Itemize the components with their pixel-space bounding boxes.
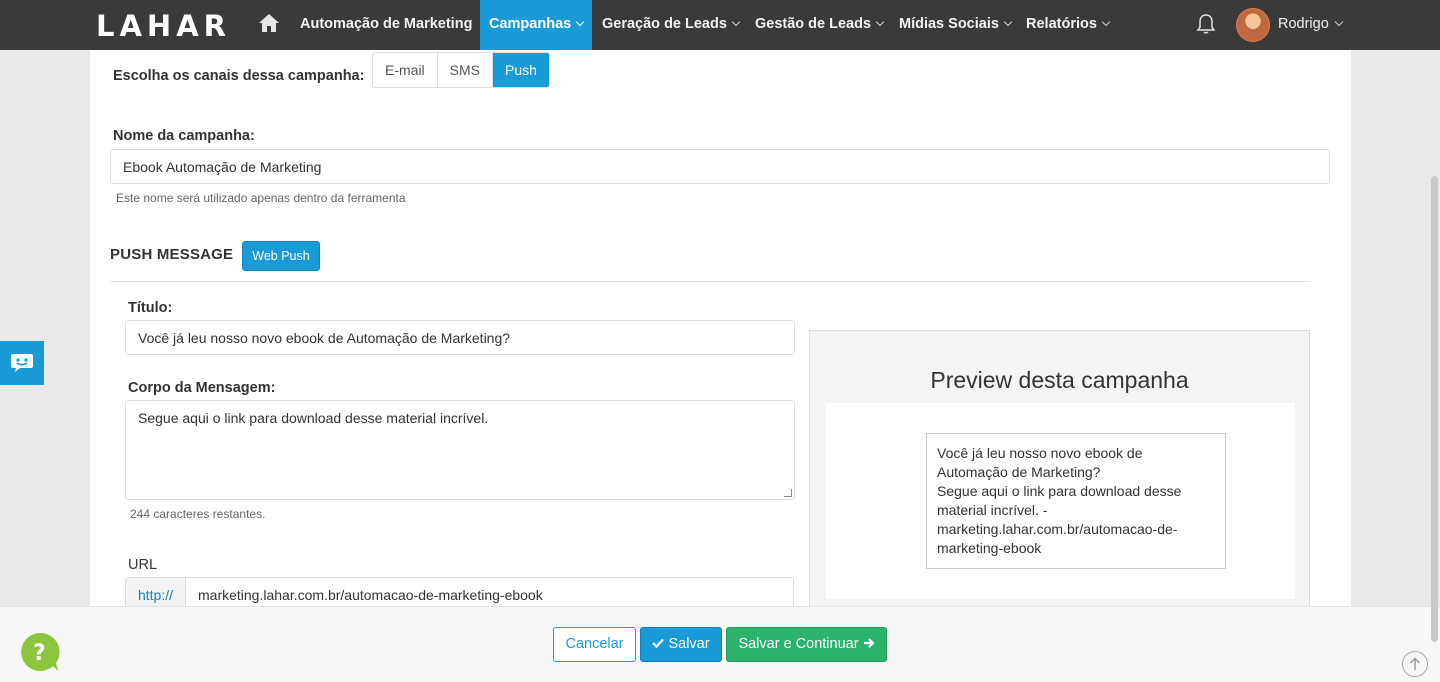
push-notification-preview: Você já leu nosso novo ebook de Automaçã… [926,433,1226,569]
section-divider [110,281,1310,282]
nav-relatorios[interactable]: Relatórios [1026,0,1111,50]
bell-icon[interactable] [1196,13,1216,35]
preview-line: marketing-ebook [937,540,1042,556]
preview-line: Automação de Marketing? [937,464,1101,480]
chevron-down-icon [575,17,585,27]
user-name[interactable]: Rodrigo [1278,0,1329,48]
chevron-down-icon [731,17,741,27]
url-label: URL [128,557,158,573]
preview-panel: Preview desta campanha Você já leu nosso… [809,330,1310,620]
web-push-button[interactable]: Web Push [242,241,320,271]
chars-remaining: 244 caracteres restantes. [130,507,266,521]
chevron-down-icon[interactable] [1334,17,1344,27]
push-title-label: Título: [128,300,173,316]
channel-selector: E-mail SMS Push [372,52,550,88]
preview-line: Segue aqui o link para download desse [937,483,1182,499]
nav-automacao[interactable]: Automação de Marketing [300,0,472,50]
preview-title: Preview desta campanha [930,367,1189,393]
nav-campanhas[interactable]: Campanhas [480,0,593,50]
campaign-name-help: Este nome será utilizado apenas dentro d… [116,191,406,205]
preview-line: Você já leu nosso novo ebook de [937,445,1143,461]
save-button[interactable]: Salvar [640,627,722,662]
nav-gestao-leads[interactable]: Gestão de Leads [755,0,885,50]
preview-line: marketing.lahar.com.br/automacao-de- [937,521,1178,537]
help-icon[interactable]: ? [20,632,60,672]
chevron-down-icon [1003,17,1013,27]
avatar[interactable] [1236,8,1270,42]
push-message-title: PUSH MESSAGE [110,246,234,263]
channel-push-button[interactable]: Push [493,53,549,87]
page-scrollbar[interactable] [1431,176,1438,642]
push-title-input[interactable]: Você já leu nosso novo ebook de Automaçã… [125,320,795,355]
scroll-top-button[interactable] [1402,651,1428,677]
save-continue-label: Salvar e Continuar [738,636,859,652]
chevron-down-icon [875,17,885,27]
logo[interactable]: LAHAR [96,9,231,43]
push-body-textarea[interactable]: Segue aqui o link para download desse ma… [125,400,795,500]
nav-midias-sociais[interactable]: Mídias Sociais [899,0,1013,50]
save-continue-button[interactable]: Salvar e Continuar [726,627,887,662]
home-icon[interactable] [258,13,280,33]
channel-sms-button[interactable]: SMS [437,53,494,87]
channel-email-button[interactable]: E-mail [373,53,438,87]
push-title-value: Você já leu nosso novo ebook de Automaçã… [138,329,511,346]
arrow-up-icon [1409,657,1421,670]
check-icon [652,638,665,649]
chat-icon [11,354,33,372]
channels-label: Escolha os canais dessa campanha: [113,68,365,84]
svg-text:?: ? [33,641,46,666]
cancel-button[interactable]: Cancelar [553,627,636,662]
top-navbar: LAHAR Automação de Marketing Campanhas G… [0,0,1440,50]
campaign-name-label: Nome da campanha: [113,128,255,144]
save-label: Salvar [668,636,710,652]
chat-widget-tab[interactable] [0,341,44,385]
preview-canvas: Você já leu nosso novo ebook de Automaçã… [826,403,1295,599]
campaign-name-input[interactable]: Ebook Automação de Marketing [110,149,1330,184]
nav-geracao-leads[interactable]: Geração de Leads [602,0,741,50]
push-body-label: Corpo da Mensagem: [128,380,276,396]
resize-handle[interactable] [784,489,792,497]
campaign-name-value: Ebook Automação de Marketing [123,158,322,175]
preview-line: material incrível. - [937,502,1048,518]
chevron-down-icon [1101,17,1111,27]
push-body-value: Segue aqui o link para download desse ma… [138,410,489,426]
arrow-right-icon [863,638,875,648]
